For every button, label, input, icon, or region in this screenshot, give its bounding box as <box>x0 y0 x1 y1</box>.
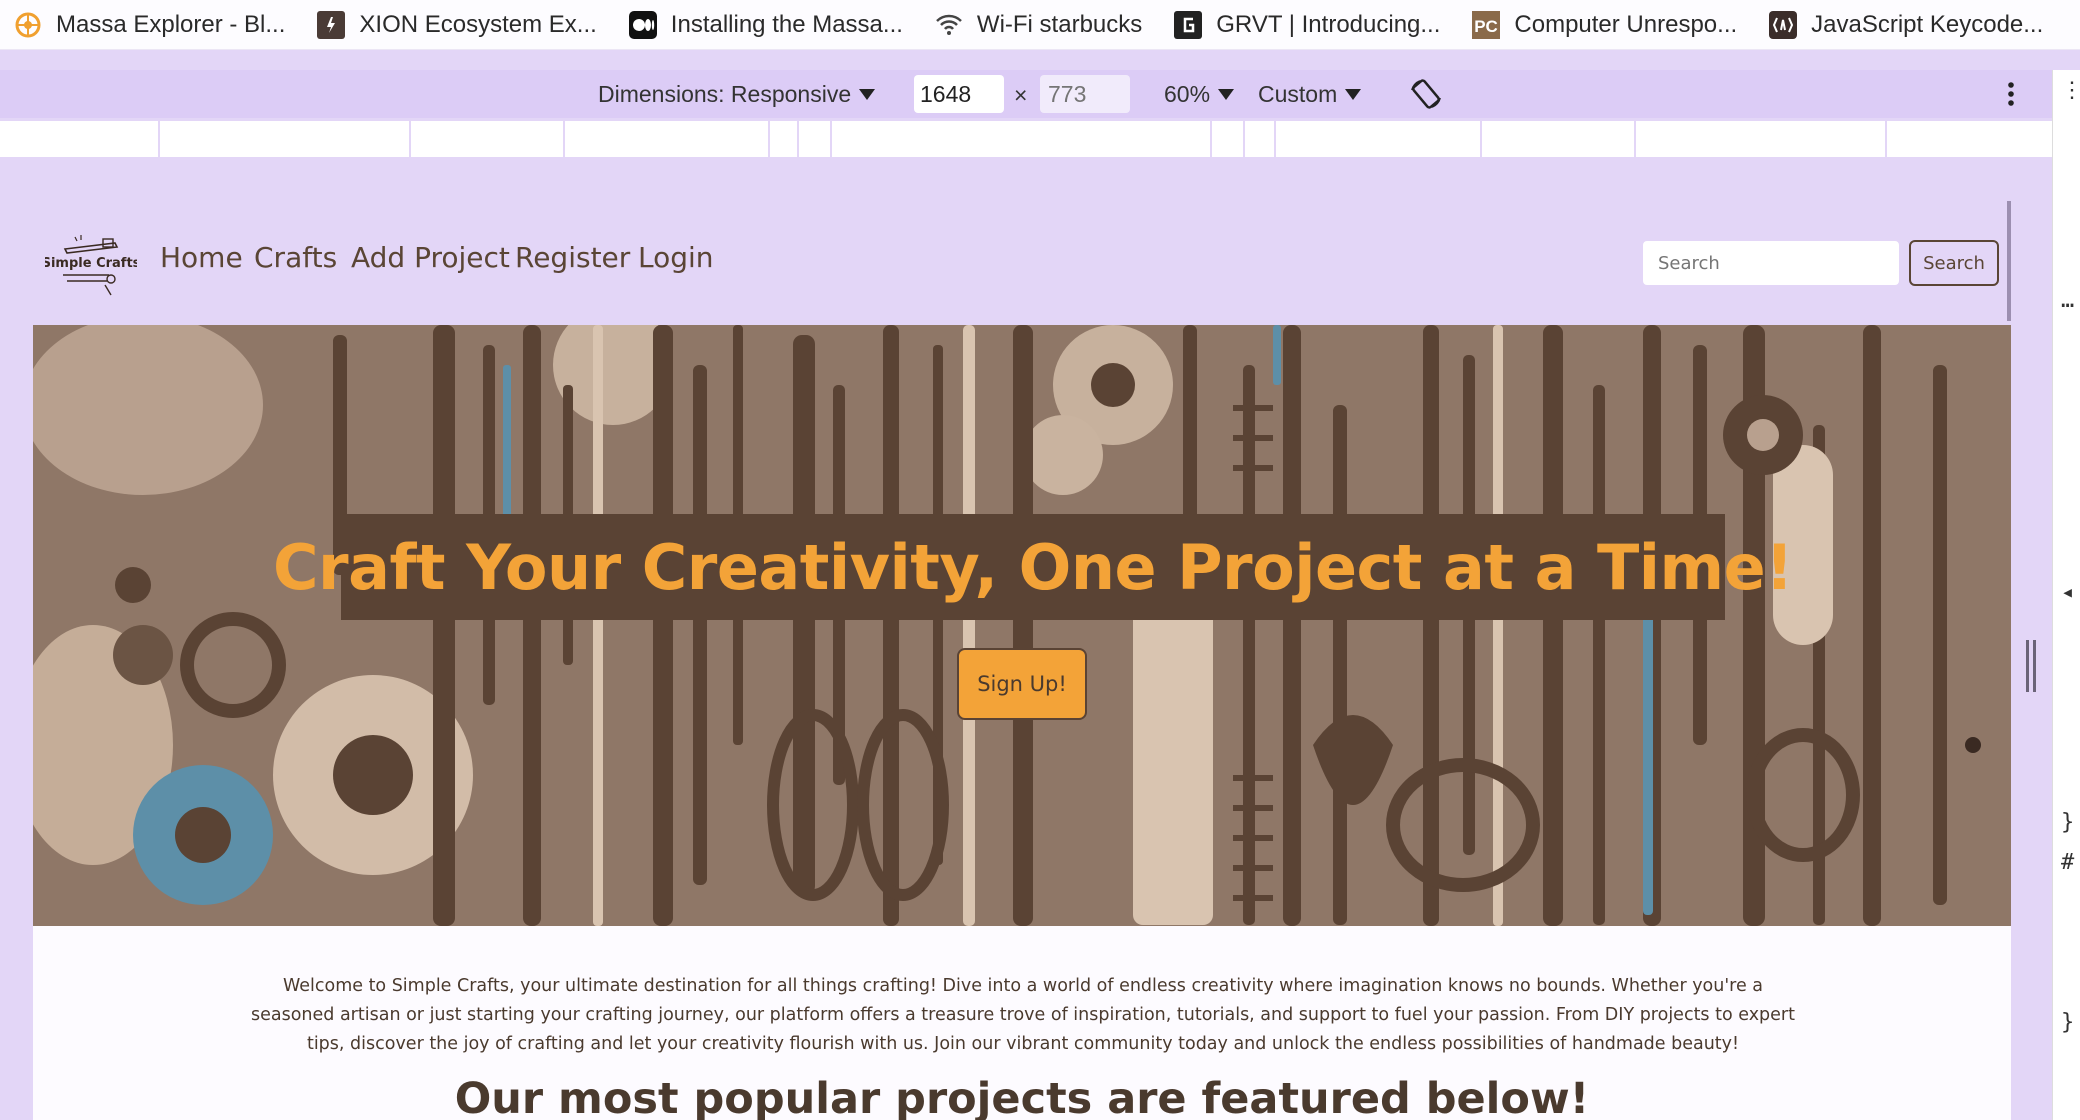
emulated-viewport: Simple Crafts Home Crafts Add Project Re… <box>33 201 2011 1120</box>
simple-crafts-logo[interactable]: Simple Crafts <box>45 229 137 301</box>
nav-register[interactable]: Register <box>515 241 630 274</box>
bookmark-wifi-starbucks[interactable]: Wi-Fi starbucks <box>933 0 1142 50</box>
logo-text: Simple Crafts <box>45 256 137 271</box>
throttle-label: Custom <box>1258 80 1338 107</box>
devtools-fragment: # <box>2061 850 2075 875</box>
devtools-fragment: … <box>2061 288 2075 313</box>
bookmark-label: Massa Explorer - Bl... <box>56 10 286 38</box>
media-query-ruler[interactable] <box>0 121 2052 157</box>
chevron-down-icon <box>1218 88 1235 100</box>
devtools-fragment: ◂ <box>2061 580 2075 605</box>
dimensions-label: Dimensions: Responsive <box>598 80 852 107</box>
devtools-panel-edge: ⋮ … ◂ } # } <box>2052 70 2080 1120</box>
bookmark-xion-ecosystem[interactable]: XION Ecosystem Ex... <box>315 0 597 50</box>
bookmark-label: GRVT | Introducing... <box>1216 10 1441 38</box>
dimensions-dropdown[interactable]: Dimensions: Responsive <box>598 70 876 118</box>
content-section: Welcome to Simple Crafts, your ultimate … <box>33 926 2011 1120</box>
bookmark-label: JavaScript Keycode... <box>1811 10 2044 38</box>
nav-add-project[interactable]: Add Project <box>351 241 510 274</box>
height-input[interactable] <box>1040 75 1130 113</box>
bookmarks-bar: Massa Explorer - Bl... XION Ecosystem Ex… <box>0 0 2080 50</box>
popular-projects-heading: Our most popular projects are featured b… <box>454 1074 1590 1120</box>
chevron-down-icon <box>859 88 876 100</box>
zoom-label: 60% <box>1164 80 1211 107</box>
devtools-fragment: } <box>2061 810 2075 835</box>
nav-login[interactable]: Login <box>638 241 714 274</box>
hero-title: Craft Your Creativity, One Project at a … <box>273 530 1793 604</box>
intro-paragraph: Welcome to Simple Crafts, your ultimate … <box>251 976 1795 1054</box>
svg-text:PC: PC <box>1475 17 1499 36</box>
massa-icon <box>12 9 44 41</box>
bookmark-installing-massa[interactable]: Installing the Massa... <box>627 0 903 50</box>
dimension-separator: × <box>1014 82 1028 108</box>
js-keycode-icon <box>1767 9 1799 41</box>
bookmark-grvt[interactable]: GRVT | Introducing... <box>1172 0 1440 50</box>
devtools-fragment: } <box>2061 1010 2075 1035</box>
rotate-icon[interactable] <box>1408 76 1444 112</box>
chevron-down-icon <box>1345 88 1362 100</box>
wifi-icon <box>933 9 965 41</box>
craft-tools-background-image <box>33 325 2011 926</box>
grvt-icon <box>1172 9 1204 41</box>
nav-home[interactable]: Home <box>160 241 243 274</box>
nav-crafts[interactable]: Crafts <box>254 241 337 274</box>
site-navbar: Simple Crafts Home Crafts Add Project Re… <box>33 201 2011 325</box>
search-input[interactable] <box>1643 241 1899 285</box>
throttle-dropdown[interactable]: Custom <box>1258 70 1362 118</box>
bookmark-computer-unresponsive[interactable]: PC Computer Unrespo... <box>1470 0 1737 50</box>
device-toolbar: Dimensions: Responsive × 60% Custom <box>0 70 2080 118</box>
sign-up-button[interactable]: Sign Up! <box>957 648 1087 720</box>
bookmark-label: Installing the Massa... <box>670 10 903 38</box>
pc-icon: PC <box>1470 9 1502 41</box>
page-scrollbar[interactable] <box>2007 201 2011 321</box>
hero-title-box: Craft Your Creativity, One Project at a … <box>273 514 1793 620</box>
bookmark-label: Computer Unrespo... <box>1514 10 1738 38</box>
devtools-fragment: ⋮ <box>2061 78 2080 103</box>
xion-icon <box>315 9 347 41</box>
viewport-resize-handle[interactable] <box>2024 640 2038 692</box>
search-button[interactable]: Search <box>1909 240 1999 286</box>
width-input[interactable] <box>914 75 1004 113</box>
bookmark-javascript-keycode[interactable]: JavaScript Keycode... <box>1767 0 2043 50</box>
medium-icon <box>627 9 659 41</box>
bookmark-label: XION Ecosystem Ex... <box>359 10 597 38</box>
zoom-dropdown[interactable]: 60% <box>1164 70 1235 118</box>
more-options-icon[interactable] <box>2000 76 2022 112</box>
bookmark-massa-explorer[interactable]: Massa Explorer - Bl... <box>12 0 285 50</box>
hero-banner: Craft Your Creativity, One Project at a … <box>33 325 2011 926</box>
bookmark-label: Wi-Fi starbucks <box>976 10 1143 38</box>
